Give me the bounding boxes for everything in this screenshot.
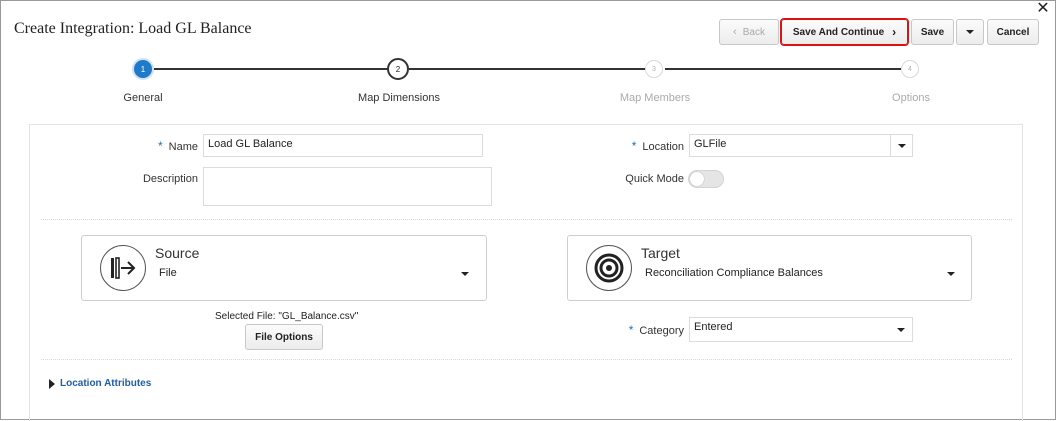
target-bullseye-icon — [586, 245, 632, 291]
category-select-value: Entered — [694, 321, 733, 333]
train-stop-number: 2 — [395, 64, 401, 74]
chevron-down-icon[interactable] — [947, 272, 955, 276]
selected-file-text: Selected File: "GL_Balance.csv" — [215, 311, 359, 322]
train-stop-number: 4 — [908, 65, 912, 73]
target-title: Target — [641, 245, 680, 261]
close-icon[interactable]: ✕ — [1035, 1, 1051, 17]
name-label-text: Name — [168, 141, 198, 153]
save-options-dropdown-button[interactable] — [956, 19, 984, 45]
chevron-down-icon — [966, 30, 974, 34]
source-card[interactable]: Source File — [81, 235, 487, 301]
target-card[interactable]: Target Reconciliation Compliance Balance… — [567, 235, 972, 301]
cancel-button-label: Cancel — [996, 26, 1030, 38]
toggle-knob — [690, 172, 704, 186]
file-options-button[interactable]: File Options — [245, 324, 323, 350]
name-label: * Name — [121, 139, 198, 153]
train-connector — [665, 68, 901, 70]
train-stop-general[interactable]: 1 — [132, 58, 154, 80]
train-label-options: Options — [892, 92, 930, 104]
train-label-map-dimensions: Map Dimensions — [358, 92, 440, 104]
location-attributes-label: Location Attributes — [60, 378, 152, 389]
train-stop-map-dimensions[interactable]: 2 — [387, 58, 409, 80]
train-connector — [154, 68, 389, 70]
location-label: * Location — [601, 139, 684, 153]
back-button-label: Back — [742, 26, 765, 38]
save-and-continue-label: Save And Continue — [792, 26, 885, 38]
location-label-text: Location — [642, 141, 684, 153]
quick-mode-toggle[interactable] — [688, 170, 724, 188]
train-stop-number: 1 — [140, 64, 146, 74]
save-button[interactable]: Save — [911, 19, 954, 45]
required-marker: * — [631, 139, 637, 153]
train-connector — [409, 68, 646, 70]
location-select-value: GLFile — [694, 138, 727, 150]
train-label-general: General — [123, 92, 163, 104]
quick-mode-label: Quick Mode — [625, 173, 684, 185]
dialog-frame: ✕ Create Integration: Load GL Balance ‹ … — [0, 0, 1056, 421]
category-label-text: Category — [639, 325, 684, 337]
chevron-down-icon — [890, 135, 912, 156]
train-stop-number: 3 — [652, 65, 656, 73]
save-and-continue-button[interactable]: Save And Continue › — [780, 18, 909, 46]
description-field[interactable] — [203, 167, 492, 206]
category-label: * Category — [601, 323, 684, 337]
chevron-down-icon[interactable] — [461, 272, 469, 276]
cancel-button[interactable]: Cancel — [987, 19, 1039, 45]
section-divider — [41, 219, 1012, 220]
save-button-label: Save — [920, 26, 945, 38]
name-field-value: Load GL Balance — [208, 138, 293, 150]
source-value: File — [159, 267, 177, 279]
location-attributes-disclosure[interactable]: Location Attributes — [49, 378, 151, 389]
disclosure-triangle-icon — [49, 378, 55, 389]
source-title: Source — [155, 245, 200, 261]
chevron-right-icon: › — [892, 25, 897, 39]
section-divider — [41, 359, 1012, 360]
train-label-map-members: Map Members — [619, 92, 691, 104]
chevron-down-icon — [890, 318, 912, 341]
location-select[interactable]: GLFile — [689, 134, 913, 157]
required-marker: * — [628, 323, 634, 337]
source-arrow-icon — [100, 245, 146, 291]
file-options-label: File Options — [255, 331, 313, 343]
target-value: Reconciliation Compliance Balances — [645, 267, 823, 279]
category-select[interactable]: Entered — [689, 317, 913, 342]
train-stop-options[interactable]: 4 — [901, 60, 919, 78]
train-stop-map-members[interactable]: 3 — [645, 60, 663, 78]
required-marker: * — [157, 139, 163, 153]
chevron-left-icon: ‹ — [733, 26, 737, 38]
back-button[interactable]: ‹ Back — [719, 19, 779, 45]
page-title: Create Integration: Load GL Balance — [14, 20, 252, 37]
description-label: Description — [142, 173, 198, 185]
name-field[interactable]: Load GL Balance — [203, 134, 483, 157]
